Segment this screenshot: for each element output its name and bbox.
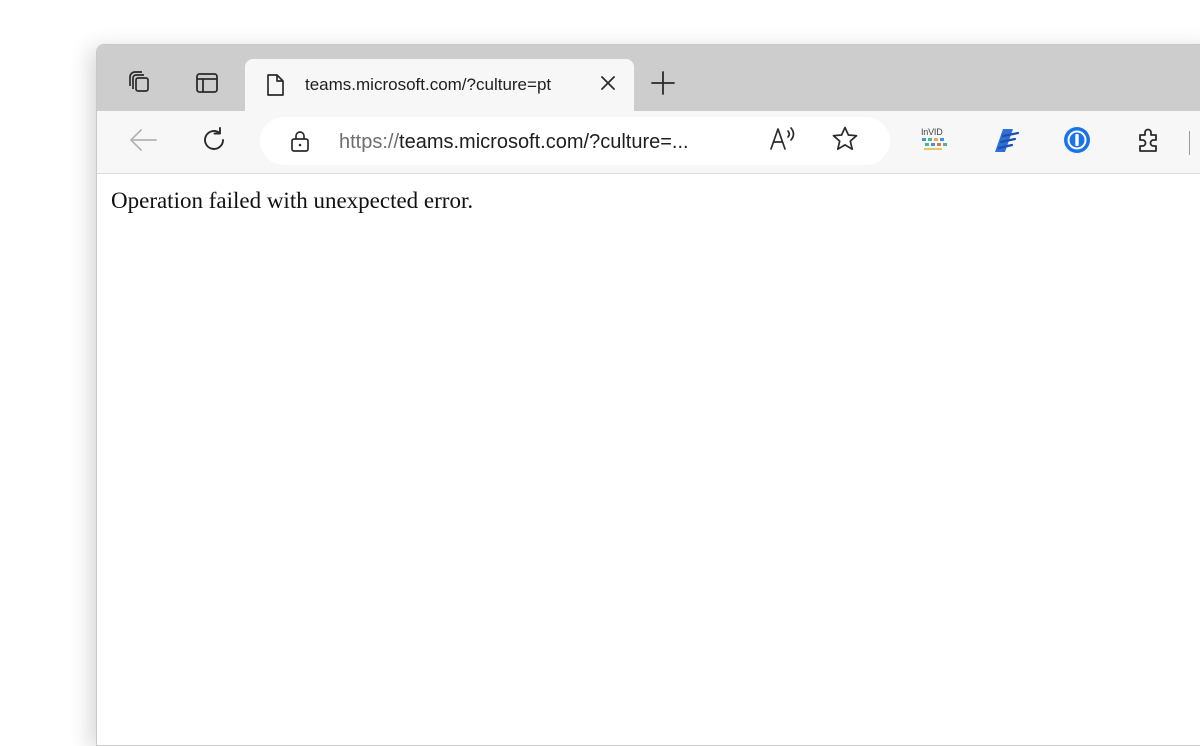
tab-title: teams.microsoft.com/?culture=pt: [305, 75, 552, 94]
tab-strip: teams.microsoft.com/?culture=pt: [97, 45, 1200, 111]
read-aloud-button[interactable]: [765, 123, 801, 159]
url-scheme: https://: [339, 131, 400, 153]
plus-icon: [651, 70, 675, 100]
page-icon: [263, 73, 287, 97]
tab-actions-icon: [194, 70, 220, 101]
tab-active[interactable]: teams.microsoft.com/?culture=pt: [245, 59, 634, 111]
error-message: Operation failed with unexpected error.: [111, 188, 474, 213]
lock-icon[interactable]: [288, 129, 312, 153]
tab-close-button[interactable]: [595, 72, 621, 98]
extensions-button[interactable]: [1129, 122, 1169, 162]
back-arrow-icon: [128, 128, 158, 157]
close-icon: [600, 75, 616, 96]
workspaces-button[interactable]: [120, 67, 160, 103]
url-text[interactable]: https://teams.microsoft.com/?culture=...: [339, 130, 744, 154]
invid-extension-button[interactable]: InVID: [920, 124, 950, 156]
favorite-button[interactable]: [827, 123, 863, 159]
refresh-button[interactable]: [194, 122, 234, 162]
read-aloud-icon: [769, 126, 797, 157]
password-manager-button[interactable]: [1057, 122, 1097, 162]
password-manager-icon: [1062, 125, 1092, 160]
refresh-icon: [200, 126, 228, 159]
pen-extension-button[interactable]: [986, 122, 1026, 162]
url-host-path: teams.microsoft.com/?culture=...: [399, 131, 689, 153]
tab-actions-button[interactable]: [187, 67, 227, 103]
browser-window: teams.microsoft.com/?culture=pt https://…: [96, 44, 1200, 746]
favorite-star-icon: [831, 125, 859, 158]
extensions-puzzle-icon: [1135, 126, 1163, 159]
toolbar-divider: [1189, 131, 1190, 155]
back-button[interactable]: [123, 122, 163, 162]
workspaces-icon: [126, 69, 154, 102]
address-bar[interactable]: https://teams.microsoft.com/?culture=...: [260, 117, 890, 165]
navigation-toolbar: https://teams.microsoft.com/?culture=...: [97, 111, 1200, 174]
new-tab-button[interactable]: [643, 67, 683, 103]
pen-extension-icon: [991, 125, 1021, 160]
page-content: Operation failed with unexpected error.: [97, 174, 1200, 745]
